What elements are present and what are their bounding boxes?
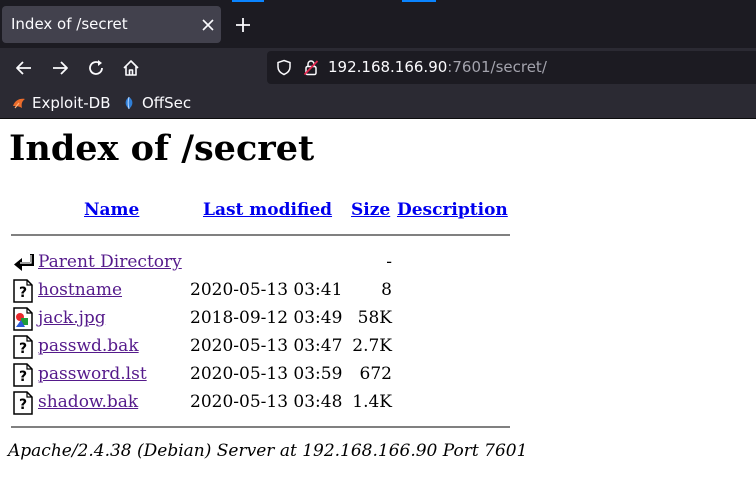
file-size: 1.4K <box>352 392 392 412</box>
file-link[interactable]: jack.jpg <box>38 308 106 328</box>
unknown-file-icon: ? <box>13 391 33 415</box>
footer-divider <box>11 426 510 428</box>
bookmarks-toolbar: Exploit-DB OffSec <box>0 88 756 119</box>
svg-text:?: ? <box>19 397 27 413</box>
navigation-toolbar: 192.168.166.90:7601/secret/ <box>0 48 756 88</box>
shield-icon[interactable] <box>276 59 292 76</box>
file-date: 2020-05-13 03:47 <box>190 336 343 356</box>
table-row: jack.jpg 2018-09-12 03:49 58K <box>0 306 520 332</box>
table-row: ? hostname 2020-05-13 03:41 8 <box>0 278 520 304</box>
back-arrow-icon <box>14 254 34 271</box>
file-link[interactable]: Parent Directory <box>38 252 182 272</box>
offsec-icon <box>125 96 133 110</box>
url-path: :7601/secret/ <box>447 58 547 76</box>
column-header-size[interactable]: Size <box>351 200 390 220</box>
tab-active[interactable]: Index of /secret <box>2 6 221 43</box>
address-bar[interactable]: 192.168.166.90:7601/secret/ <box>267 51 756 84</box>
column-header-description[interactable]: Description <box>397 200 508 220</box>
reload-icon[interactable] <box>87 59 105 77</box>
bookmark-label: Exploit-DB <box>32 94 111 112</box>
file-link[interactable]: password.lst <box>38 364 147 384</box>
file-link[interactable]: passwd.bak <box>38 336 139 356</box>
file-size: - <box>386 252 392 272</box>
page-content: Index of /secret Name Last modified Size… <box>0 120 756 485</box>
column-header-last-modified[interactable]: Last modified <box>203 200 332 220</box>
svg-text:?: ? <box>19 369 27 385</box>
server-signature: Apache/2.4.38 (Debian) Server at 192.168… <box>8 441 528 461</box>
table-row: ? passwd.bak 2020-05-13 03:47 2.7K <box>0 334 520 360</box>
url-text[interactable]: 192.168.166.90:7601/secret/ <box>328 58 547 76</box>
bookmark-offsec[interactable]: OffSec <box>122 94 192 112</box>
file-size: 672 <box>359 364 392 384</box>
tab-title: Index of /secret <box>11 15 128 33</box>
file-link[interactable]: hostname <box>38 280 122 300</box>
column-header-name[interactable]: Name <box>84 200 139 220</box>
svg-text:?: ? <box>19 341 27 357</box>
bookmark-exploit-db[interactable]: Exploit-DB <box>12 94 112 112</box>
unknown-file-icon: ? <box>13 335 33 359</box>
file-date: 2020-05-13 03:48 <box>190 392 343 412</box>
insecure-lock-icon[interactable] <box>303 59 319 76</box>
header-divider <box>11 234 510 236</box>
file-size: 58K <box>357 308 392 328</box>
home-icon[interactable] <box>122 59 140 77</box>
tab-strip: Index of /secret <box>0 0 756 48</box>
file-date: 2018-09-12 03:49 <box>190 308 343 328</box>
close-icon[interactable] <box>201 18 215 32</box>
table-row: ? password.lst 2020-05-13 03:59 672 <box>0 362 520 388</box>
back-arrow-icon[interactable] <box>15 59 33 77</box>
file-size: 8 <box>381 280 392 300</box>
tab-strip-accent <box>232 0 264 2</box>
page-title: Index of /secret <box>9 128 315 169</box>
exploit-db-icon <box>13 98 25 109</box>
tab-strip-accent <box>402 0 436 2</box>
file-size: 2.7K <box>352 336 392 356</box>
plus-icon[interactable] <box>235 17 251 33</box>
file-link[interactable]: shadow.bak <box>38 392 138 412</box>
table-row: ? shadow.bak 2020-05-13 03:48 1.4K <box>0 390 520 416</box>
image-file-icon <box>13 307 33 331</box>
table-row: Parent Directory - <box>0 250 520 276</box>
bookmark-label: OffSec <box>142 94 192 112</box>
unknown-file-icon: ? <box>13 279 33 303</box>
file-date: 2020-05-13 03:41 <box>190 280 343 300</box>
svg-text:?: ? <box>19 285 27 301</box>
url-host: 192.168.166.90 <box>328 58 448 76</box>
unknown-file-icon: ? <box>13 363 33 387</box>
forward-arrow-icon[interactable] <box>51 59 69 77</box>
file-date: 2020-05-13 03:59 <box>190 364 343 384</box>
